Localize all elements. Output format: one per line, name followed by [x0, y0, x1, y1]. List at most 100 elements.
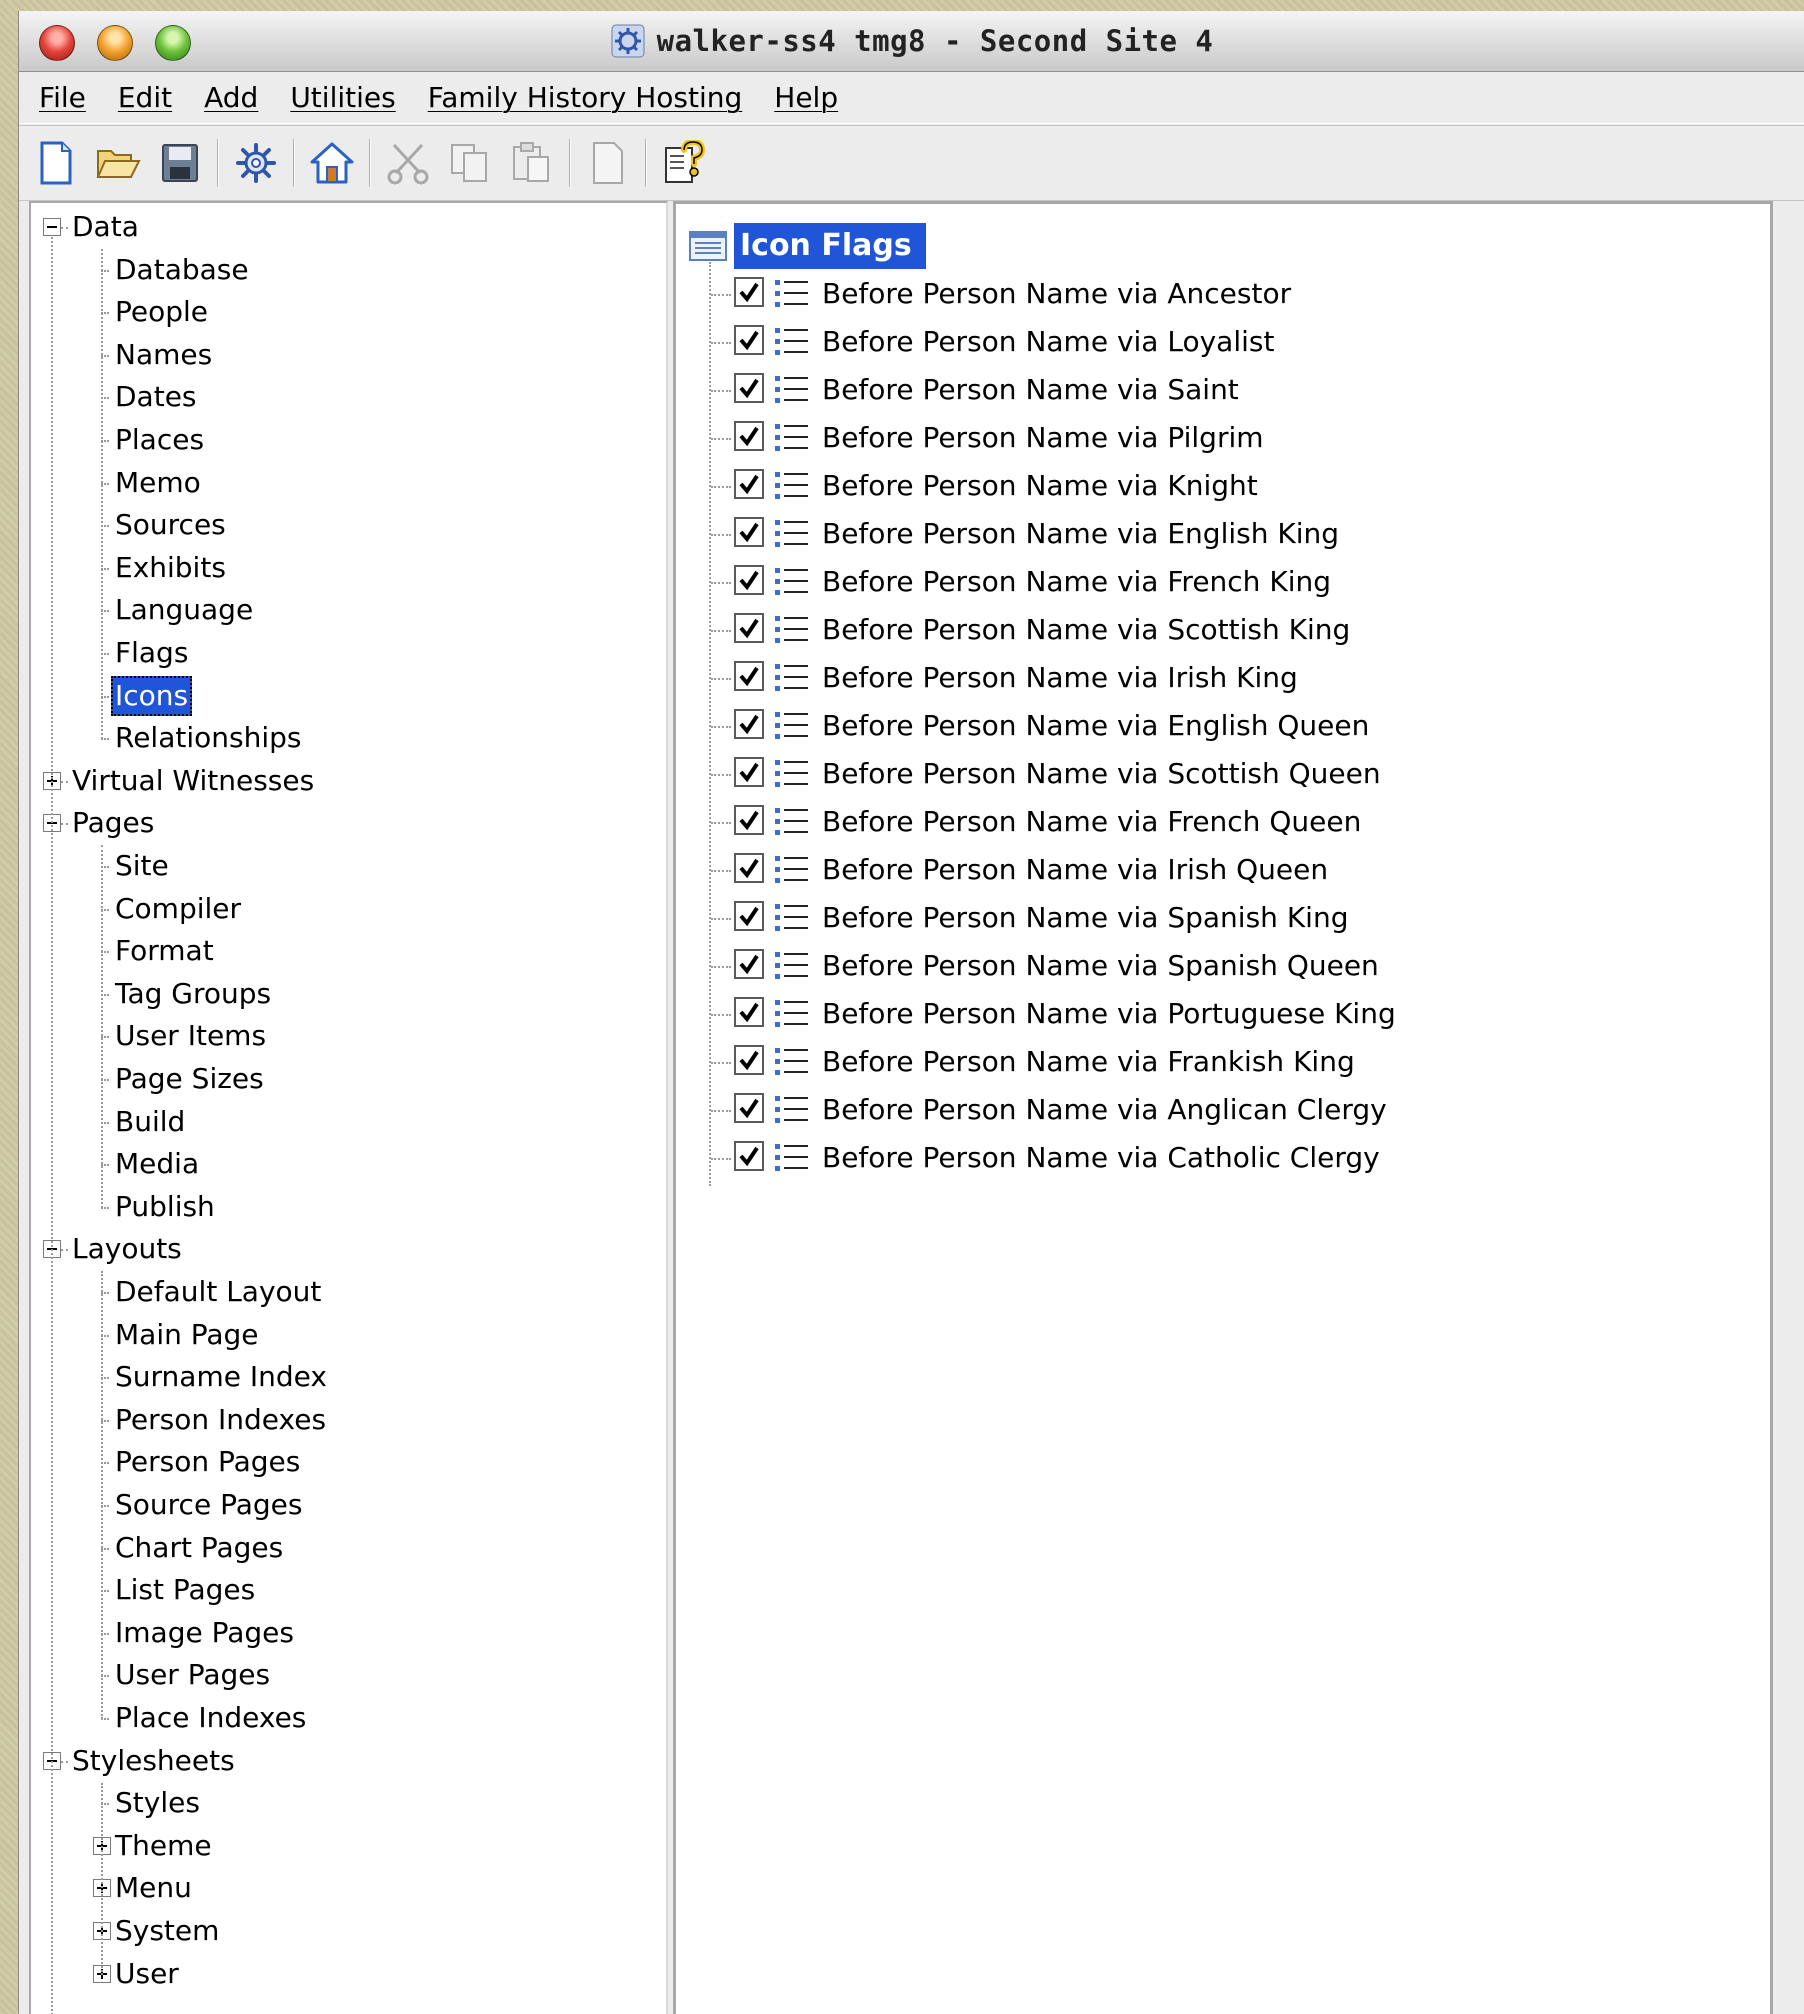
tree-item-people[interactable]: People	[31, 292, 661, 334]
tree-item-tag-groups[interactable]: Tag Groups	[31, 974, 661, 1016]
tree-item-flags[interactable]: Flags	[31, 633, 661, 675]
flag-row[interactable]: Before Person Name via English Queen	[676, 702, 1576, 750]
tree-item-names[interactable]: Names	[31, 335, 661, 377]
tree-item-system[interactable]: System	[31, 1911, 661, 1953]
settings-button[interactable]	[231, 136, 281, 190]
tree-item-user[interactable]: User	[31, 1954, 661, 1996]
navigation-tree[interactable]: Data Database People Names Dates Places Memo So…	[29, 201, 668, 2014]
menu-help[interactable]: Help	[774, 81, 838, 114]
tree-item-place-indexes[interactable]: Place Indexes	[31, 1698, 661, 1740]
tree-item-language[interactable]: Language	[31, 590, 661, 632]
tree-item-surname-index[interactable]: Surname Index	[31, 1357, 661, 1399]
flag-row[interactable]: Before Person Name via Spanish King	[676, 894, 1576, 942]
tree-item-format[interactable]: Format	[31, 931, 661, 973]
tree-item-publish[interactable]: Publish	[31, 1187, 661, 1229]
flag-checkbox[interactable]	[734, 565, 764, 595]
flag-row[interactable]: Before Person Name via Portuguese King	[676, 990, 1576, 1038]
blank-page-button[interactable]	[583, 136, 633, 190]
flag-row[interactable]: Before Person Name via Saint	[676, 366, 1576, 414]
flag-checkbox[interactable]	[734, 709, 764, 739]
tree-item-places[interactable]: Places	[31, 420, 661, 462]
flag-row[interactable]: Before Person Name via Spanish Queen	[676, 942, 1576, 990]
cut-button[interactable]	[383, 136, 433, 190]
flag-row[interactable]: Before Person Name via Irish Queen	[676, 846, 1576, 894]
flag-row[interactable]: Before Person Name via Frankish King	[676, 1038, 1576, 1086]
open-button[interactable]	[93, 136, 143, 190]
flag-checkbox[interactable]	[734, 997, 764, 1027]
new-file-button[interactable]	[31, 136, 81, 190]
flag-row[interactable]: Before Person Name via Irish King	[676, 654, 1576, 702]
flag-row[interactable]: Before Person Name via Pilgrim	[676, 414, 1576, 462]
flag-row[interactable]: Before Person Name via Scottish King	[676, 606, 1576, 654]
home-button[interactable]	[307, 136, 357, 190]
flag-checkbox[interactable]	[734, 1093, 764, 1123]
tree-item-compiler[interactable]: Compiler	[31, 889, 661, 931]
flag-row[interactable]: Before Person Name via English King	[676, 510, 1576, 558]
flag-row[interactable]: Before Person Name via Knight	[676, 462, 1576, 510]
help-button[interactable]	[659, 136, 709, 190]
tree-item-stylesheets[interactable]: Stylesheets	[31, 1741, 661, 1783]
tree-item-icons[interactable]: Icons	[31, 675, 661, 718]
flag-checkbox[interactable]	[734, 277, 764, 307]
flag-checkbox[interactable]	[734, 853, 764, 883]
flag-row[interactable]: Before Person Name via Scottish Queen	[676, 750, 1576, 798]
flag-checkbox[interactable]	[734, 373, 764, 403]
tree-item-menu[interactable]: Menu	[31, 1868, 661, 1910]
tree-item-layouts[interactable]: Layouts	[31, 1229, 661, 1271]
tree-item-exhibits[interactable]: Exhibits	[31, 548, 661, 590]
content-title[interactable]: Icon Flags	[734, 223, 926, 269]
tree-item-site[interactable]: Site	[31, 846, 661, 888]
tree-item-build[interactable]: Build	[31, 1102, 661, 1144]
title-bar[interactable]: walker-ss4 tmg8 - Second Site 4	[19, 11, 1804, 72]
flag-row[interactable]: Before Person Name via French Queen	[676, 798, 1576, 846]
save-button[interactable]	[155, 136, 205, 190]
flag-checkbox[interactable]	[734, 421, 764, 451]
flag-checkbox[interactable]	[734, 805, 764, 835]
menu-utilities[interactable]: Utilities	[290, 81, 395, 114]
tree-item-database[interactable]: Database	[31, 250, 661, 292]
paste-button[interactable]	[507, 136, 557, 190]
flag-row[interactable]: Before Person Name via Anglican Clergy	[676, 1086, 1576, 1134]
tree-item-source-pages[interactable]: Source Pages	[31, 1485, 661, 1527]
flag-checkbox[interactable]	[734, 661, 764, 691]
flag-checkbox[interactable]	[734, 901, 764, 931]
tree-item-chart-pages[interactable]: Chart Pages	[31, 1528, 661, 1570]
tree-item-data[interactable]: Data	[31, 207, 661, 249]
tree-item-user-items[interactable]: User Items	[31, 1016, 661, 1058]
tree-item-person-indexes[interactable]: Person Indexes	[31, 1400, 661, 1442]
tree-item-dates[interactable]: Dates	[31, 377, 661, 419]
flag-checkbox[interactable]	[734, 613, 764, 643]
copy-button[interactable]	[445, 136, 495, 190]
tree-item-person-pages[interactable]: Person Pages	[31, 1442, 661, 1484]
tree-item-page-sizes[interactable]: Page Sizes	[31, 1059, 661, 1101]
flag-row[interactable]: Before Person Name via Catholic Clergy	[676, 1134, 1576, 1182]
flag-checkbox[interactable]	[734, 469, 764, 499]
flag-row[interactable]: Before Person Name via Loyalist	[676, 318, 1576, 366]
menu-add[interactable]: Add	[204, 81, 258, 114]
menu-family-history-hosting[interactable]: Family History Hosting	[428, 81, 743, 114]
flag-checkbox[interactable]	[734, 325, 764, 355]
tree-item-relationships[interactable]: Relationships	[31, 718, 661, 760]
tree-item-media[interactable]: Media	[31, 1144, 661, 1186]
tree-item-image-pages[interactable]: Image Pages	[31, 1613, 661, 1655]
tree-item-default-layout[interactable]: Default Layout	[31, 1272, 661, 1314]
tree-item-main-page[interactable]: Main Page	[31, 1315, 661, 1357]
tree-item-virtual-witnesses[interactable]: Virtual Witnesses	[31, 761, 661, 803]
flag-checkbox[interactable]	[734, 517, 764, 547]
tree-item-styles[interactable]: Styles	[31, 1783, 661, 1825]
flag-checkbox[interactable]	[734, 1141, 764, 1171]
tree-item-memo[interactable]: Memo	[31, 463, 661, 505]
menu-edit[interactable]: Edit	[118, 81, 172, 114]
flag-checkbox[interactable]	[734, 757, 764, 787]
tree-item-sources[interactable]: Sources	[31, 505, 661, 547]
tree-item-theme[interactable]: Theme	[31, 1826, 661, 1868]
flag-checkbox[interactable]	[734, 949, 764, 979]
collapse-toggle-icon[interactable]	[43, 218, 61, 236]
tree-item-user-pages[interactable]: User Pages	[31, 1655, 661, 1697]
menu-file[interactable]: File	[39, 81, 86, 114]
flag-row[interactable]: Before Person Name via French King	[676, 558, 1576, 606]
tree-item-list-pages[interactable]: List Pages	[31, 1570, 661, 1612]
flag-row[interactable]: Before Person Name via Ancestor	[676, 270, 1576, 318]
tree-item-pages[interactable]: Pages	[31, 803, 661, 845]
flag-checkbox[interactable]	[734, 1045, 764, 1075]
